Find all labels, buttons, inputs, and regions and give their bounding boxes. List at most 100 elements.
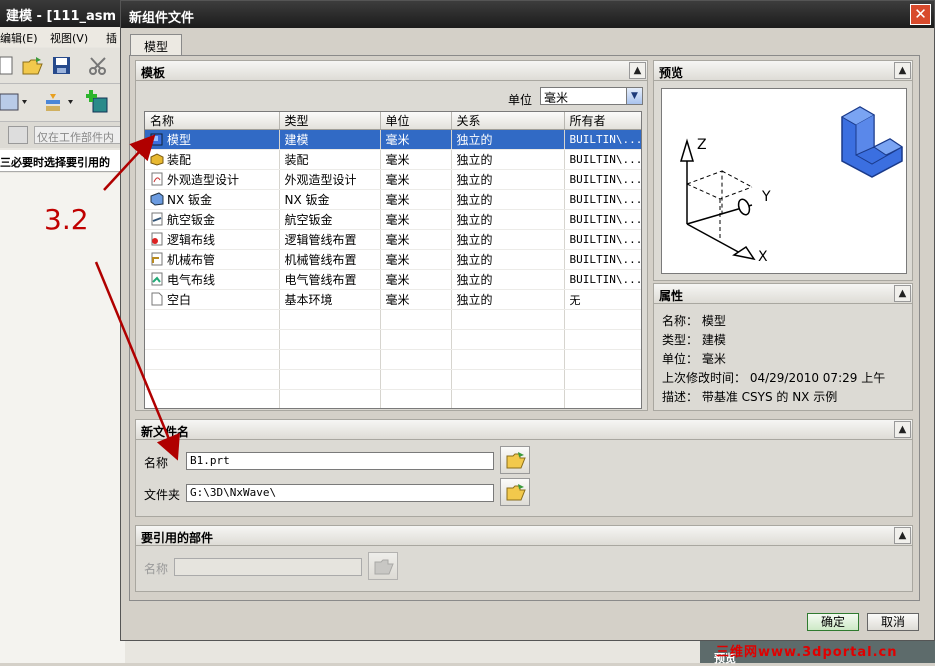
empty-table-row xyxy=(145,369,641,390)
table-row[interactable]: 航空钣金 航空钣金 毫米 独立的 BUILTIN\... xyxy=(145,209,641,230)
axis-y-label: Y xyxy=(761,189,771,205)
template-type-cell: 基本环境 xyxy=(279,289,381,310)
empty-table-row xyxy=(145,309,641,330)
collapse-properties-icon[interactable]: ▲ xyxy=(894,285,911,302)
empty-cell xyxy=(279,329,381,350)
aero-sheet-metal-icon xyxy=(150,212,164,226)
table-row[interactable]: 装配 装配 毫米 独立的 BUILTIN\... xyxy=(145,149,641,170)
properties-section-header[interactable]: 属性 ▲ xyxy=(653,283,913,304)
template-relation-cell: 独立的 xyxy=(451,129,565,150)
electrical-routing-icon xyxy=(150,272,164,286)
template-relation-cell: 独立的 xyxy=(451,289,565,310)
collapse-new-filename-icon[interactable]: ▲ xyxy=(894,421,911,438)
column-header[interactable]: 类型 xyxy=(279,112,381,130)
status-hint: 三必要时选择要引用的 xyxy=(0,150,125,172)
new-filename-section-header[interactable]: 新文件名 ▲ xyxy=(135,419,913,440)
empty-cell xyxy=(564,369,641,390)
open-folder-icon xyxy=(506,484,526,501)
empty-cell xyxy=(279,369,381,390)
new-component-file-dialog: 新组件文件 ✕ 模型 模板 ▲ 单位 毫米 ▼ 名称类型单位关系所有者 xyxy=(120,0,935,641)
browse-referenced-button xyxy=(368,552,398,580)
units-select[interactable]: 毫米 ▼ xyxy=(540,87,643,105)
close-icon[interactable]: ✕ xyxy=(910,4,931,25)
menu-insert[interactable]: 插 xyxy=(106,30,117,46)
new-component-icon[interactable] xyxy=(85,90,108,113)
filename-field[interactable]: B1.prt xyxy=(186,452,494,470)
empty-cell xyxy=(279,349,381,370)
add-component-icon[interactable] xyxy=(44,92,73,114)
open-folder-icon[interactable] xyxy=(22,56,44,78)
table-row[interactable]: 机械布管 机械管线布置 毫米 独立的 BUILTIN\... xyxy=(145,249,641,270)
template-unit-cell: 毫米 xyxy=(380,149,452,170)
templates-panel: 单位 毫米 ▼ 名称 类型 单位 关系 所有者 模型 建模 毫米 独立的 BUILTIN\...… xyxy=(135,81,648,411)
browse-folder-button[interactable] xyxy=(500,478,530,506)
step-annotation: 3.2 xyxy=(44,203,89,236)
template-type-cell: 逻辑管线布置 xyxy=(279,229,381,250)
templates-section-header[interactable]: 模板 ▲ xyxy=(135,60,648,81)
empty-cell xyxy=(380,389,452,408)
collapse-templates-icon[interactable]: ▲ xyxy=(629,62,646,79)
column-header[interactable]: 所有者 xyxy=(564,112,641,130)
empty-cell xyxy=(145,329,280,350)
folder-field[interactable]: G:\3D\NxWave\ xyxy=(186,484,494,502)
property-units: 单位： 毫米 xyxy=(662,352,726,366)
filter-scope-field[interactable]: 仅在工作部件内 xyxy=(34,126,124,144)
template-type-cell: 外观造型设计 xyxy=(279,169,381,190)
filter-dropdown[interactable] xyxy=(8,126,28,144)
collapse-preview-icon[interactable]: ▲ xyxy=(894,62,911,79)
template-name-cell: 逻辑布线 xyxy=(145,229,280,250)
table-row[interactable]: 外观造型设计 外观造型设计 毫米 独立的 BUILTIN\... xyxy=(145,169,641,190)
folder-icon xyxy=(374,559,394,575)
empty-cell xyxy=(145,389,280,408)
empty-cell xyxy=(564,389,641,408)
empty-cell xyxy=(451,389,565,408)
template-unit-cell: 毫米 xyxy=(380,249,452,270)
new-file-icon[interactable] xyxy=(0,56,22,78)
assembly-view-icon[interactable] xyxy=(0,92,27,114)
shape-studio-icon xyxy=(150,172,164,186)
template-name-cell: 装配 xyxy=(145,149,280,170)
cancel-button[interactable]: 取消 xyxy=(867,613,919,631)
table-row[interactable]: 模型 建模 毫米 独立的 BUILTIN\... xyxy=(145,129,641,150)
folder-label: 文件夹 xyxy=(144,488,181,502)
properties-panel: 名称： 模型 类型： 建模 单位： 毫米 上次修改时间： 04/29/2010 … xyxy=(653,304,913,411)
table-row[interactable]: NX 钣金 NX 钣金 毫米 独立的 BUILTIN\... xyxy=(145,189,641,210)
save-icon[interactable] xyxy=(52,56,74,78)
template-owner-cell: BUILTIN\... xyxy=(564,129,641,150)
template-name: 外观造型设计 xyxy=(167,173,240,187)
template-unit-cell: 毫米 xyxy=(380,229,452,250)
menu-view[interactable]: 视图(V) xyxy=(50,30,88,46)
background-toolbar-2 xyxy=(0,84,125,122)
mechanical-routing-icon xyxy=(150,252,164,266)
preview-section-header[interactable]: 预览 ▲ xyxy=(653,60,913,81)
chevron-down-icon[interactable]: ▼ xyxy=(626,88,642,104)
column-header[interactable]: 名称 xyxy=(145,112,280,130)
cut-icon[interactable] xyxy=(88,56,110,78)
template-relation-cell: 独立的 xyxy=(451,269,565,290)
empty-cell xyxy=(145,349,280,370)
template-owner-cell: BUILTIN\... xyxy=(564,249,641,270)
empty-cell xyxy=(279,309,381,330)
browse-name-button[interactable] xyxy=(500,446,530,474)
column-header[interactable]: 关系 xyxy=(451,112,565,130)
column-header[interactable]: 单位 xyxy=(380,112,452,130)
table-row[interactable]: 空白 基本环境 毫米 独立的无 xyxy=(145,289,641,310)
tab-page-model: 模板 ▲ 单位 毫米 ▼ 名称 类型 单位 关系 所有者 模型 建模 毫米 独立的 BUILTI… xyxy=(129,55,920,601)
preview-image: Z Y X xyxy=(661,88,907,274)
table-row[interactable]: 逻辑布线 逻辑管线布置 毫米 独立的 BUILTIN\... xyxy=(145,229,641,250)
template-type-cell: 航空钣金 xyxy=(279,209,381,230)
referenced-parts-section-header[interactable]: 要引用的部件 ▲ xyxy=(135,525,913,546)
sheet-metal-icon xyxy=(150,192,164,206)
table-row[interactable]: 电气布线 电气管线布置 毫米 独立的 BUILTIN\... xyxy=(145,269,641,290)
menu-edit[interactable]: 编辑(E) xyxy=(0,30,38,46)
tab-model[interactable]: 模型 xyxy=(130,34,182,56)
ok-button[interactable]: 确定 xyxy=(807,613,859,631)
preview-header-label: 预览 xyxy=(659,66,684,80)
collapse-referenced-parts-icon[interactable]: ▲ xyxy=(894,527,911,544)
graphics-area[interactable] xyxy=(0,173,125,663)
templates-header-label: 模板 xyxy=(141,66,166,80)
empty-cell xyxy=(451,309,565,330)
template-relation-cell: 独立的 xyxy=(451,249,565,270)
dialog-titlebar[interactable]: 新组件文件 ✕ xyxy=(121,1,934,28)
empty-cell xyxy=(564,309,641,330)
